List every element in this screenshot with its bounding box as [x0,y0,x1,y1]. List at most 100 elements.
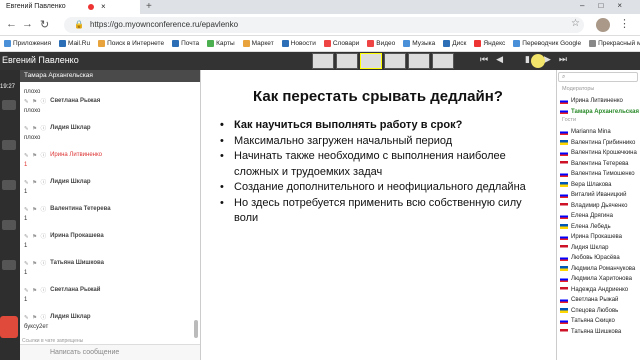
participant-item[interactable]: Любовь Юрасёва [560,253,640,263]
chat-input[interactable]: Написать сообщение [20,344,200,360]
participant-item[interactable]: Светлана Рыжай [560,295,640,305]
settings-icon[interactable] [2,260,16,270]
slide-bullet: Максимально загружен начальный период [220,134,540,150]
participant-item[interactable]: Лидия Шклар [560,243,640,253]
first-slide-icon[interactable]: ⏮ [480,54,488,65]
participant-item[interactable]: Валентина Крошечкина [560,148,640,158]
bookmark-item[interactable]: Маркет [242,40,274,47]
participant-item[interactable]: Елена Дрягина [560,211,640,221]
participant-item[interactable]: Владимир Дьяченко [560,201,640,211]
bookmark-label: Поиск в Интернете [107,40,165,47]
chat-scrollbar[interactable] [194,320,198,338]
message-actions-icon[interactable]: ✎ ⚑ ⓘ [24,151,47,159]
participant-name: Надежда Андриенко [571,286,629,293]
participant-item[interactable]: Ирина Литвиненко [560,96,640,106]
window-controls[interactable]: –□× [580,1,636,10]
bookmark-item[interactable]: Почта [172,40,199,47]
participant-item[interactable]: Елена Лебедь [560,222,640,232]
participant-item[interactable]: Ирина Прокашева [560,232,640,242]
chat-author: Светлана Рыжай [50,287,101,293]
participant-item[interactable]: Валентина Тетерева [560,159,640,169]
new-tab-icon[interactable]: + [146,1,152,12]
participant-item[interactable]: Татьяна Шишкова [560,327,640,337]
slide-thumb[interactable] [432,53,454,69]
chat-author: Лидия Шклар [50,125,91,131]
flag-icon [560,287,568,292]
chat-text: 1 [24,189,28,195]
participant-item[interactable]: Валентина Тимошенко [560,169,640,179]
reload-icon[interactable]: ↻ [40,18,49,31]
back-icon[interactable]: ← [6,18,17,30]
browser-tab[interactable]: Евгений Павленко × [0,0,140,14]
flag-icon [560,109,568,114]
participant-item[interactable]: Виталий Иваницкий [560,190,640,200]
bookmark-star-icon[interactable]: ☆ [571,18,580,29]
mic-icon[interactable] [2,140,16,150]
participant-item[interactable]: Тамара Архангельская [560,107,640,117]
next-slide-icon[interactable]: ▶ [544,54,551,65]
participant-name: Marianna Mina [571,129,611,135]
bookmark-item[interactable]: Приложения [4,40,51,47]
bookmark-label: Диск [452,40,467,47]
bookmark-item[interactable]: Mail.Ru [59,40,90,47]
message-actions-icon[interactable]: ✎ ⚑ ⓘ [24,205,47,213]
message-actions-icon[interactable]: ✎ ⚑ ⓘ [24,259,47,267]
bookmark-item[interactable]: Карты [207,40,235,47]
participant-item[interactable]: Надежда Андриенко [560,285,640,295]
participant-item[interactable]: Валентина Грибиннико [560,138,640,148]
slide-thumb[interactable] [312,53,334,69]
bookmark-item[interactable]: Прекрасный мир [589,40,640,47]
bookmark-icon [207,40,215,47]
message-actions-icon[interactable]: ✎ ⚑ ⓘ [24,178,47,186]
participant-item[interactable]: Вера Шлакова [560,180,640,190]
participant-item[interactable]: Людмила Харитонова [560,274,640,284]
bookmark-item[interactable]: Словари [323,40,359,47]
slide-controls: ⏮ ◀ ▮ ▶ ⏭ [480,54,567,65]
slide-thumb[interactable] [384,53,406,69]
profile-avatar[interactable] [596,18,610,32]
forward-icon[interactable]: → [22,18,33,30]
bookmark-item[interactable]: Новости [281,40,316,47]
menu-icon[interactable]: ⋮ [619,17,630,30]
slide-bullet: Создание дополнительного и неофициальног… [220,180,540,196]
screen-share-icon[interactable] [2,180,16,190]
participant-name: Валентина Крошечкина [571,150,637,156]
last-slide-icon[interactable]: ⏭ [559,54,567,65]
participant-section-label: Модераторы [562,86,595,92]
slide-bullet: Начинать также необходимо с выполнения н… [220,149,540,180]
presentation-icon[interactable] [2,220,16,230]
slide-view-icon[interactable]: ▮ [525,54,530,65]
bookmark-item[interactable]: Поиск в Интернете [98,40,164,47]
close-tab-icon[interactable]: × [101,2,106,11]
participant-name: Валентина Грибиннико [571,139,636,146]
url-field[interactable]: 🔒 https://go.myownconference.ru/epavlenko [64,17,584,33]
message-actions-icon[interactable]: ✎ ⚑ ⓘ [24,124,47,132]
participant-name: Татьяна Скицко [571,318,615,324]
message-actions-icon[interactable]: ✎ ⚑ ⓘ [24,232,47,240]
participant-item[interactable]: Татьяна Скицко [560,316,640,326]
flag-icon [560,297,568,303]
camera-icon[interactable] [2,100,16,110]
bookmark-item[interactable]: Видео [367,40,395,47]
message-actions-icon[interactable]: ✎ ⚑ ⓘ [24,286,47,294]
slide-thumb[interactable] [360,53,382,69]
message-actions-icon[interactable]: ✎ ⚑ ⓘ [24,97,47,105]
participant-search-input[interactable]: ⌕ [558,72,638,82]
end-session-button[interactable] [0,316,18,338]
participant-name: Людмила Романчукова [571,265,636,272]
participant-item[interactable]: Спецова Любовь [560,306,640,316]
bookmark-item[interactable]: Яндекс [474,40,505,47]
bookmark-label: Mail.Ru [68,40,91,47]
participant-item[interactable]: Marianna Mina [560,127,640,137]
slide-thumb[interactable] [336,53,358,69]
bookmark-item[interactable]: Переводчик Google [513,40,581,47]
bookmark-icon [367,40,375,47]
bookmark-item[interactable]: Музыка [403,40,435,47]
chat-message-header: ✎ ⚑ ⓘ Светлана Рыжая [24,97,194,105]
message-actions-icon[interactable]: ✎ ⚑ ⓘ [24,313,47,321]
participant-item[interactable]: Людмила Романчукова [560,264,640,274]
slide-thumb[interactable] [408,53,430,69]
bookmark-item[interactable]: Диск [443,40,466,47]
prev-slide-icon[interactable]: ◀ [496,54,503,65]
chat-author: Валентина Тетерева [50,206,111,212]
